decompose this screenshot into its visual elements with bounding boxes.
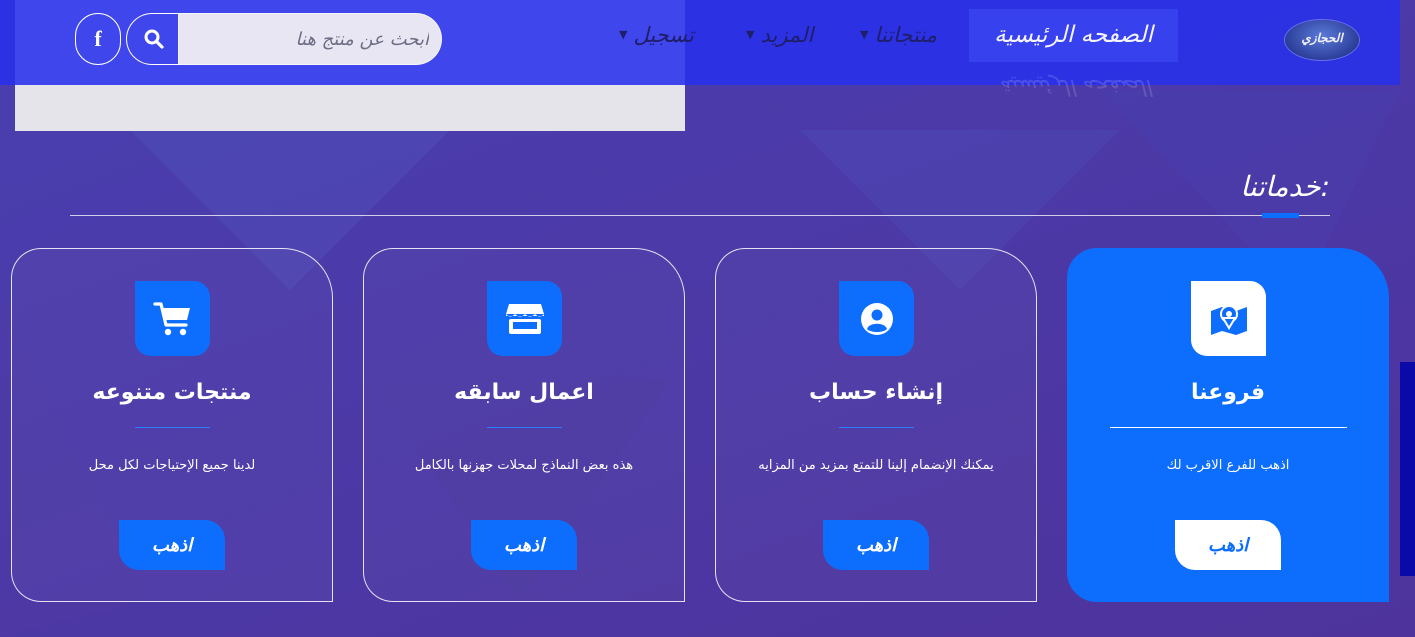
card-title: إنشاء حساب — [809, 380, 943, 405]
card-description: يمكنك الإنضمام إلينا للتمتع بمزيد من الم… — [758, 458, 994, 473]
facebook-button[interactable]: f — [75, 13, 121, 65]
search-icon — [144, 29, 164, 49]
nav-home-link[interactable]: الصفحه الرئيسية — [969, 9, 1178, 62]
search-input[interactable] — [179, 14, 441, 64]
chevron-down-icon: ▼ — [746, 28, 755, 41]
logo-text: الحجازي — [1301, 31, 1343, 45]
card-icon-box — [1191, 281, 1266, 356]
card-divider — [487, 427, 562, 428]
user-circle-icon — [860, 302, 893, 335]
card-title: اعمال سابقه — [454, 380, 594, 405]
service-card-previous-work: اعمال سابقه هذه بعض النماذج لمحلات جهزنه… — [363, 248, 685, 602]
chevron-down-icon: ▼ — [619, 28, 628, 41]
card-icon-box — [487, 281, 562, 356]
brand-logo[interactable]: الحجازي — [1285, 20, 1359, 60]
nav-products-label: منتجاتنا — [874, 23, 937, 47]
section-divider — [70, 215, 1330, 216]
search-field — [178, 13, 442, 65]
nav-register-label: تسجيل — [633, 23, 694, 47]
card-divider — [839, 427, 914, 428]
facebook-icon: f — [94, 26, 102, 51]
cart-icon — [152, 301, 190, 335]
nav-register-dropdown[interactable]: ▼ تسجيل — [619, 20, 694, 50]
edge-strip — [1400, 362, 1415, 576]
services-heading: خدماتنا: — [1240, 170, 1330, 203]
section-accent-bar — [1262, 213, 1299, 218]
nav-more-label: المزيد — [760, 23, 814, 47]
go-button[interactable]: اذهب — [823, 520, 929, 570]
card-description: هذه بعض النماذج لمحلات جهزنها بالكامل — [414, 458, 634, 473]
card-divider — [135, 427, 210, 428]
store-icon — [505, 303, 544, 334]
nav-more-dropdown[interactable]: ▼ المزيد — [746, 20, 813, 50]
card-description: لدينا جميع الإحتياجات لكل محل — [88, 458, 256, 473]
card-icon-box — [839, 281, 914, 356]
card-title: منتجات متنوعه — [92, 380, 252, 405]
service-card-diverse-products: منتجات متنوعه لدينا جميع الإحتياجات لكل … — [11, 248, 333, 602]
map-pin-icon — [1210, 304, 1247, 335]
chevron-down-icon: ▼ — [860, 28, 869, 41]
card-description: اذهب للفرع الاقرب لك — [1166, 458, 1290, 473]
card-title: فروعنا — [1190, 380, 1266, 405]
card-icon-box — [135, 281, 210, 356]
service-card-create-account: إنشاء حساب يمكنك الإنضمام إلينا للتمتع ب… — [715, 248, 1037, 602]
go-button[interactable]: اذهب — [1175, 520, 1281, 570]
go-button[interactable]: اذهب — [119, 520, 225, 570]
service-card-branches: فروعنا اذهب للفرع الاقرب لك اذهب — [1067, 248, 1389, 602]
search-button[interactable] — [126, 13, 180, 65]
card-divider — [1110, 427, 1347, 428]
go-button[interactable]: اذهب — [471, 520, 577, 570]
nav-home-label: الصفحه الرئيسية — [994, 22, 1153, 48]
nav-products-dropdown[interactable]: ▼ منتجاتنا — [860, 20, 937, 50]
